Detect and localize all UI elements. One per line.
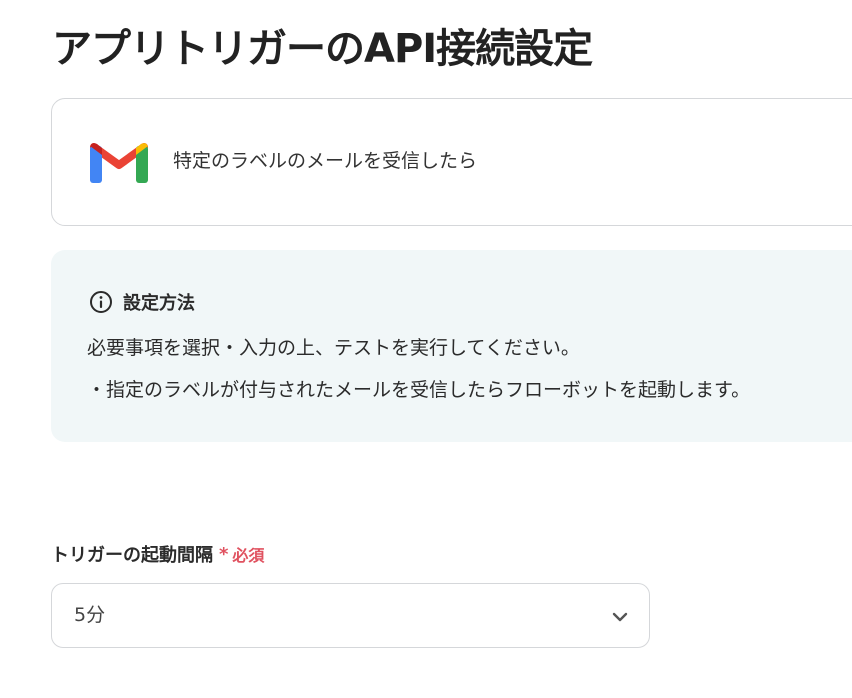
trigger-name: 特定のラベルのメールを受信したら	[173, 150, 478, 172]
gmail-icon	[90, 143, 148, 183]
info-title-row: 設定方法	[89, 288, 195, 316]
info-circle-icon	[90, 291, 112, 313]
info-line: 必要事項を選択・入力の上、テストを実行してください。	[87, 337, 580, 359]
page-title: アプリトリガーのAPI接続設定	[52, 26, 593, 72]
info-title: 設定方法	[123, 293, 195, 314]
required-asterisk: *	[219, 543, 229, 565]
info-line: ・指定のラベルが付与されたメールを受信したらフローボットを起動します。	[87, 379, 751, 401]
app-trigger-settings-page: アプリトリガーのAPI接続設定 特定のラベルのメールを受信したら 設定方法 必要…	[0, 0, 852, 698]
interval-field-label-row: トリガーの起動間隔 * 必須	[51, 540, 264, 568]
interval-field-label: トリガーの起動間隔	[51, 545, 213, 566]
interval-select-value: 5分	[74, 604, 106, 626]
setup-instructions-box: 設定方法 必要事項を選択・入力の上、テストを実行してください。 ・指定のラベルが…	[51, 250, 852, 442]
interval-select[interactable]: 5分	[51, 583, 650, 648]
trigger-app-card: 特定のラベルのメールを受信したら	[51, 98, 852, 226]
chevron-down-icon[interactable]	[611, 608, 629, 626]
required-label: 必須	[232, 546, 265, 565]
